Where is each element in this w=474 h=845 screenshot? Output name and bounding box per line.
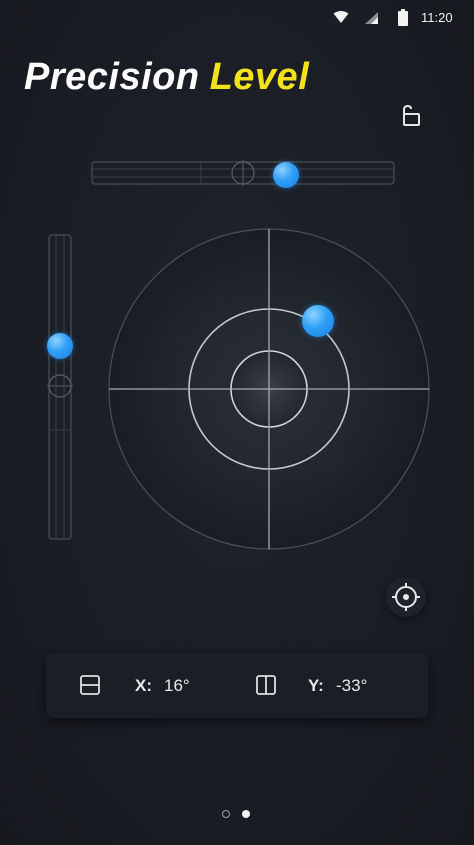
y-label: Y: bbox=[308, 676, 324, 695]
wifi-icon bbox=[333, 11, 349, 23]
unlock-icon bbox=[403, 104, 420, 126]
y-axis-icon bbox=[256, 675, 276, 695]
lock-button[interactable] bbox=[395, 100, 427, 132]
vertical-bubble bbox=[47, 333, 73, 359]
horizontal-bubble bbox=[273, 162, 299, 188]
title-word-level: Level bbox=[209, 56, 310, 98]
vertical-tube-level bbox=[47, 234, 73, 540]
crosshair-icon bbox=[392, 583, 420, 611]
bubble-level-target bbox=[108, 228, 430, 550]
app-title: Precision Level bbox=[24, 56, 309, 99]
page-indicator bbox=[220, 810, 254, 820]
x-value: 16° bbox=[164, 676, 190, 695]
page-dot-2[interactable] bbox=[242, 810, 250, 818]
horizontal-tube-level bbox=[91, 160, 395, 186]
main-bubble bbox=[302, 305, 334, 337]
x-label: X: bbox=[135, 676, 152, 695]
angle-readout-panel: X: 16° Y: -33° bbox=[46, 654, 428, 718]
y-value: -33° bbox=[336, 676, 368, 695]
signal-icon bbox=[365, 12, 378, 24]
x-axis-icon bbox=[80, 675, 100, 695]
status-time: 11:20 bbox=[421, 10, 453, 25]
status-bar: 11:20 bbox=[0, 0, 474, 34]
title-word-precision: Precision bbox=[24, 56, 200, 98]
page-dot-1[interactable] bbox=[222, 810, 230, 818]
calibrate-button[interactable] bbox=[386, 577, 426, 617]
battery-icon bbox=[398, 9, 408, 26]
